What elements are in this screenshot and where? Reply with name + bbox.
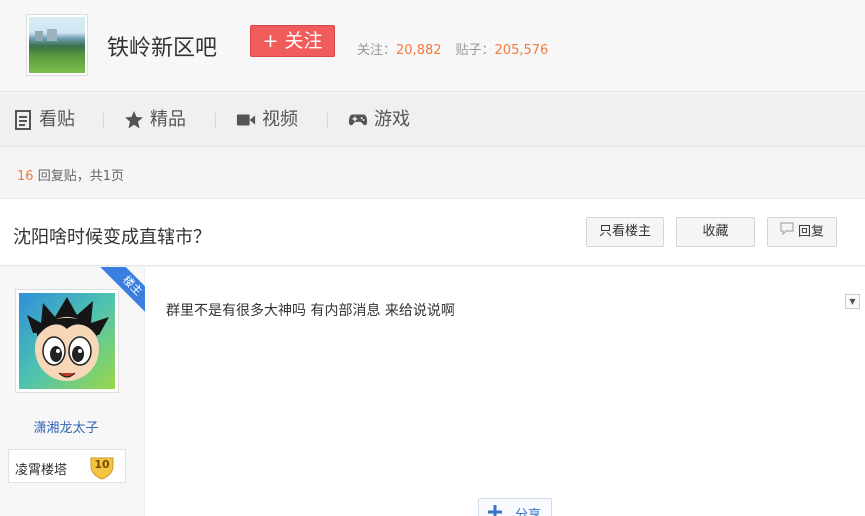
thread-title: 沈阳啥时候变成直辖市？ <box>13 227 211 248</box>
tab-posts-label: 看贴 <box>39 109 75 130</box>
reply-count: 16 <box>17 169 34 184</box>
follow-count-label: 关注： <box>357 43 397 58</box>
forum-logo[interactable] <box>26 14 88 76</box>
user-level[interactable]: 凌霄楼塔 10 <box>8 449 126 483</box>
forum-header: 铁岭新区吧 + 关注 关注：20,882 贴子：205,576 <box>0 0 865 92</box>
post-menu-dropdown[interactable]: ▼ <box>845 294 860 309</box>
forum-nav: 看贴 精品 视频 游戏 <box>0 93 865 147</box>
post-content: 群里不是有很多大神吗 有内部消息 来给说说啊 <box>166 303 455 319</box>
tab-video-label: 视频 <box>262 109 298 130</box>
share-label: 分享 <box>515 508 542 516</box>
forum-stats: 关注：20,882 贴子：205,576 <box>357 39 548 58</box>
post-count-label: 贴子： <box>455 43 495 58</box>
tab-video[interactable]: 视频 <box>236 93 298 147</box>
tab-posts[interactable]: 看贴 <box>13 93 75 147</box>
level-number: 10 <box>94 458 110 471</box>
tab-games[interactable]: 游戏 <box>348 93 410 147</box>
post-count: 205,576 <box>494 43 549 58</box>
tab-divider <box>215 113 216 129</box>
star-icon <box>124 110 144 130</box>
author-name[interactable]: 潇湘龙太子 <box>0 417 132 436</box>
share-icon <box>487 504 503 516</box>
tab-featured-label: 精品 <box>150 109 186 130</box>
avatar[interactable] <box>15 289 119 393</box>
gamepad-icon <box>348 110 368 130</box>
post: 楼主 潇湘龙太子 凌霄楼塔 10 群里不是有很多大神吗 有内部消息 来给说说啊 … <box>0 267 865 516</box>
tab-divider <box>103 113 104 129</box>
only-op-button[interactable]: 只看楼主 <box>586 217 664 247</box>
tab-featured[interactable]: 精品 <box>124 93 186 147</box>
favorite-button[interactable]: 收藏 <box>676 217 755 247</box>
thread-title-bar: 沈阳啥时候变成直辖市？ 只看楼主 收藏 回复 <box>0 198 865 266</box>
tab-games-label: 游戏 <box>374 109 410 130</box>
share-button[interactable]: 分享 <box>478 498 552 516</box>
reply-count-info: 16 回复贴，共1页 <box>17 165 124 184</box>
follow-button[interactable]: + 关注 <box>250 25 335 57</box>
video-camera-icon <box>236 110 256 130</box>
reply-count-text: 回复贴，共1页 <box>37 169 124 184</box>
forum-name[interactable]: 铁岭新区吧 <box>107 30 217 62</box>
reply-button-label: 回复 <box>797 224 824 240</box>
level-name: 凌霄楼塔 <box>15 463 68 478</box>
follow-count: 20,882 <box>396 43 442 58</box>
reply-button[interactable]: 回复 <box>767 217 837 247</box>
document-icon <box>13 110 33 130</box>
author-panel: 楼主 潇湘龙太子 凌霄楼塔 10 <box>0 267 145 516</box>
level-badge-icon: 10 <box>89 454 115 480</box>
comment-icon <box>780 218 794 246</box>
tab-divider <box>327 113 328 129</box>
